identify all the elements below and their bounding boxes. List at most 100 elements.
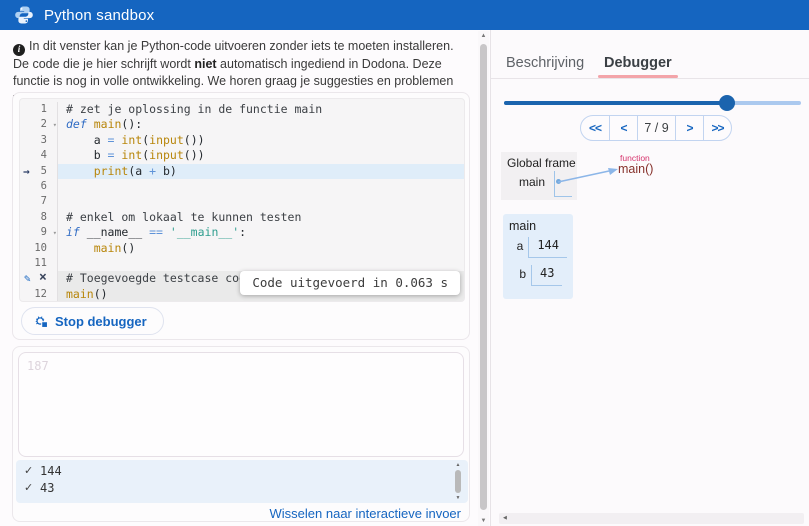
first-step-button[interactable]: << — [581, 116, 609, 140]
debugger-horizontal-scrollbar[interactable]: ◀ — [499, 513, 804, 524]
switch-input-mode-link[interactable]: Wisselen naar interactieve invoer — [270, 506, 461, 521]
line-number: 4 — [41, 148, 47, 163]
editor-gutter: 11 — [20, 256, 58, 271]
scroll-up-icon[interactable]: ▲ — [453, 462, 463, 468]
editor-gutter: 10 — [20, 241, 58, 256]
batch-input-row: ✓43 — [24, 480, 468, 497]
left-panel-scrollbar[interactable]: ▲ ▼ — [478, 31, 489, 526]
code-text: # zet je oplossing in de functie main — [58, 102, 464, 117]
editor-line[interactable]: 7 — [20, 194, 464, 209]
code-text: if __name__ == '__main__': — [58, 225, 464, 240]
frame-variable: b43 — [509, 265, 567, 286]
execution-time-tooltip: Code uitgevoerd in 0.063 s — [240, 271, 460, 295]
tab-debugger[interactable]: Debugger — [604, 55, 672, 71]
code-text — [58, 179, 464, 194]
frame-title: main — [509, 219, 567, 233]
editor-gutter: 1 — [20, 102, 58, 117]
stop-debugger-button[interactable]: Stop debugger — [21, 307, 164, 335]
line-number: 10 — [34, 241, 47, 256]
editor-line[interactable]: 8# enkel om lokaal te kunnen testen — [20, 210, 464, 225]
line-number: 9 — [41, 225, 47, 240]
line-number: 3 — [41, 133, 47, 148]
editor-gutter: 2▾ — [20, 117, 58, 132]
app-header: Python sandbox — [0, 0, 809, 30]
line-number: 6 — [41, 179, 47, 194]
editor-line[interactable]: →5 print(a + b) — [20, 164, 464, 179]
edit-testcase-icon[interactable]: ✎ — [24, 271, 31, 286]
step-slider[interactable] — [504, 101, 801, 105]
value-cell-border — [554, 171, 555, 196]
editor-gutter: 8 — [20, 210, 58, 225]
page-title: Python sandbox — [44, 7, 154, 24]
editor-card: 1# zet je oplossing in de functie main2▾… — [12, 92, 470, 340]
tab-beschrijving[interactable]: Beschrijving — [506, 55, 584, 71]
scrollbar-thumb[interactable] — [480, 44, 487, 510]
editor-line[interactable]: 2▾def main(): — [20, 117, 464, 132]
code-editor[interactable]: 1# zet je oplossing in de functie main2▾… — [19, 98, 465, 302]
editor-line[interactable]: 10 main() — [20, 241, 464, 256]
editor-gutter: 9▾ — [20, 225, 58, 240]
code-text: print(a + b) — [58, 164, 464, 179]
code-text: a = int(input()) — [58, 133, 464, 148]
global-frame-title: Global frame — [507, 156, 576, 170]
global-variable-name: main — [519, 175, 545, 189]
editor-line[interactable]: 6 — [20, 179, 464, 194]
editor-line[interactable]: 9▾if __name__ == '__main__': — [20, 225, 464, 240]
editor-line[interactable]: 4 b = int(input()) — [20, 148, 464, 163]
frame-vars: a144 b43 — [509, 237, 567, 286]
main-frame-box: main a144 b43 — [503, 214, 573, 299]
fold-icon[interactable]: ▾ — [53, 226, 57, 241]
editor-line[interactable]: 1# zet je oplossing in de functie main — [20, 102, 464, 117]
variable-name: a — [509, 237, 528, 258]
remove-testcase-icon[interactable]: × — [39, 270, 47, 285]
execution-arrow-icon: → — [23, 164, 30, 179]
function-name-label: main() — [618, 162, 653, 176]
editor-line[interactable]: 11 — [20, 256, 464, 271]
info-icon: i — [13, 44, 25, 56]
editor-gutter: →5 — [20, 164, 58, 179]
frame-variable: a144 — [509, 237, 567, 258]
slider-fill — [504, 101, 727, 105]
line-number: 7 — [41, 194, 47, 209]
scroll-left-icon[interactable]: ◀ — [503, 515, 507, 521]
batch-value: 144 — [40, 463, 62, 480]
input-card: ✓144✓43 ▲ ▼ Wisselen naar interactieve i… — [12, 346, 470, 522]
variable-value: 43 — [531, 265, 562, 286]
editor-gutter: ✎× — [20, 271, 58, 286]
editor-gutter: 12 — [20, 287, 58, 302]
editor-line[interactable]: 3 a = int(input()) — [20, 133, 464, 148]
debug-bug-icon — [34, 314, 48, 328]
previous-step-button[interactable]: < — [609, 116, 637, 140]
editor-gutter: 3 — [20, 133, 58, 148]
step-counter: 7 / 9 — [637, 116, 675, 140]
code-text: # enkel om lokaal te kunnen testen — [58, 210, 464, 225]
batch-scrollbar[interactable]: ▲ ▼ — [453, 462, 463, 501]
line-number: 12 — [34, 287, 47, 302]
next-step-button[interactable]: > — [675, 116, 703, 140]
code-text: def main(): — [58, 117, 464, 132]
batch-input-row: ✓144 — [24, 463, 468, 480]
scrollbar-thumb[interactable] — [455, 470, 461, 493]
python-logo-icon — [14, 5, 34, 25]
editor-gutter: 6 — [20, 179, 58, 194]
left-panel: iIn dit venster kan je Python-code uitvo… — [0, 30, 478, 526]
scroll-down-icon[interactable]: ▼ — [453, 495, 463, 501]
check-icon: ✓ — [24, 480, 40, 497]
batch-input-textarea[interactable] — [18, 352, 464, 457]
code-text — [58, 256, 464, 271]
scroll-down-icon[interactable]: ▼ — [478, 518, 489, 524]
last-step-button[interactable]: >> — [703, 116, 731, 140]
fold-icon[interactable]: ▾ — [53, 118, 57, 133]
line-number: 2 — [41, 117, 47, 132]
code-text: main() — [58, 241, 464, 256]
step-navigation: << < 7 / 9 > >> — [580, 115, 732, 141]
tab-divider — [491, 78, 809, 79]
line-number: 11 — [34, 256, 47, 271]
line-number: 5 — [41, 164, 47, 179]
pointer-dot-icon — [556, 179, 561, 184]
value-cell-border — [554, 196, 572, 197]
scroll-up-icon[interactable]: ▲ — [478, 33, 489, 39]
info-text-bold: niet — [194, 57, 216, 71]
slider-thumb[interactable] — [719, 95, 735, 111]
check-icon: ✓ — [24, 463, 40, 480]
